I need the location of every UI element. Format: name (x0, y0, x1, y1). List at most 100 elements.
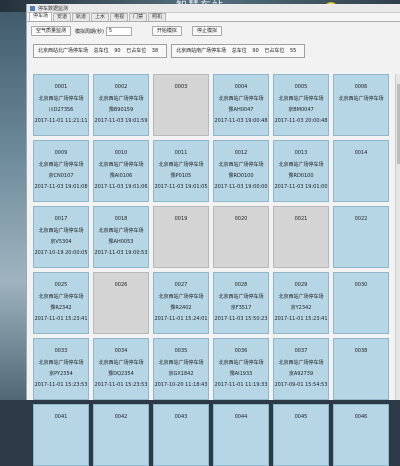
parking-spot-card[interactable]: 0010 北京西站广场停车场 豫AI0106 2017-11-03 19:01:06 (93, 140, 149, 202)
parking-spot-card[interactable]: 0018 北京西站广场停车场 豫AH0053 2017-11-03 19:00:53 (93, 206, 149, 268)
parking-spot-card[interactable]: 0041 (33, 404, 89, 466)
spot-time: 2017-10-19 20:00:05 (34, 250, 88, 256)
tab-access[interactable]: 门禁 (129, 13, 148, 21)
spot-plate: 京GX1842 (168, 371, 194, 377)
spot-time: 2017-11-01 15:24:01 (154, 316, 208, 322)
parking-spot-card[interactable]: 0028 北京西站广场停车场 京F3517 2017-11-03 15:50:23 (213, 272, 269, 334)
parking-spot-card[interactable]: 0011 北京西站广场停车场 豫P0105 2017-11-03 19:01:05 (153, 140, 209, 202)
spot-lot-name: 北京西站广场停车场 (278, 360, 324, 366)
tab-bar: 停车场 安道 轨道 上水 电视 门禁 照机 (27, 12, 400, 22)
tab-parking[interactable]: 停车场 (29, 12, 53, 21)
spot-plate: 京PY2354 (49, 371, 73, 377)
spot-lot-name: 北京西站广场停车场 (278, 162, 324, 168)
spot-plate: 川D27356 (48, 107, 74, 113)
spot-plate: 豫AI1933 (229, 371, 253, 377)
spot-number: 0041 (54, 414, 68, 420)
spot-plate: 豫RD0100 (288, 173, 314, 179)
parking-spot-card[interactable]: 0030 (333, 272, 389, 334)
spot-lot-name: 北京西站广场停车场 (278, 96, 324, 102)
spot-number: 0019 (174, 216, 188, 222)
air-quality-button[interactable]: 空气质量监测 (31, 26, 72, 36)
parking-spot-card[interactable]: 0027 北京西站广场停车场 豫R2402 2017-11-01 15:24:01 (153, 272, 209, 334)
spot-number: 0004 (234, 84, 248, 90)
spot-plate: 豫R2342 (50, 305, 72, 311)
spot-time: 2017-11-01 15:23:41 (34, 316, 88, 322)
spot-number: 0029 (294, 282, 308, 288)
spot-number: 0006 (354, 84, 368, 90)
stop-simulation-button[interactable]: 停止模拟 (191, 26, 222, 36)
spot-number: 0011 (174, 150, 188, 156)
spot-number: 0018 (114, 216, 128, 222)
parking-spot-card[interactable]: 0026 (93, 272, 149, 334)
spot-number: 0033 (54, 348, 68, 354)
parking-spot-card[interactable]: 0034 北京西站广场停车场 豫DQ2354 2017-11-01 15:23:53 (93, 338, 149, 400)
parking-spot-card[interactable]: 0037 北京西站广场停车场 京A92739 2017-09-01 15:54:53 (273, 338, 329, 400)
parking-spot-card[interactable]: 0019 (153, 206, 209, 268)
parking-spot-card[interactable]: 0014 (333, 140, 389, 202)
tab-security[interactable]: 安道 (53, 13, 72, 21)
spot-lot-name: 北京西站广场停车场 (38, 294, 84, 300)
parking-spot-card[interactable]: 0009 北京西站广场停车场 京CN0107 2017-11-03 19:01:08 (33, 140, 89, 202)
spot-time: 2017-11-03 19:01:06 (94, 184, 148, 190)
interval-input[interactable]: 5 (105, 26, 132, 36)
tab-tv[interactable]: 电视 (110, 13, 129, 21)
parking-spot-card[interactable]: 0043 (153, 404, 209, 466)
parking-spot-card[interactable]: 0035 北京西站广场停车场 京GX1842 2017-10-20 11:18:43 (153, 338, 209, 400)
parking-spot-card[interactable]: 0017 北京西站广场停车场 京V5304 2017-10-19 20:00:05 (33, 206, 89, 268)
parking-spot-card[interactable]: 0005 北京西站广场停车场 京BM0047 2017-11-03 20:00:48 (273, 74, 329, 136)
simulation-controls: 空气质量监测 模拟周期(秒) 5 开始模拟 停止模拟 (31, 26, 222, 36)
spot-number: 0010 (114, 150, 128, 156)
start-simulation-button[interactable]: 开始模拟 (151, 26, 182, 36)
parking-spot-card[interactable]: 0021 (273, 206, 329, 268)
parking-spot-card[interactable]: 0038 (333, 338, 389, 400)
spot-time: 2017-11-03 19:01:00 (274, 184, 328, 190)
spot-time: 2017-11-03 19:00:48 (214, 118, 268, 124)
lot-summary-total: 90 (114, 48, 121, 54)
spot-number: 0036 (234, 348, 248, 354)
tab-rail[interactable]: 轨道 (72, 13, 91, 21)
spot-time: 2017-11-01 15:23:41 (274, 316, 328, 322)
spot-time: 2017-11-03 20:00:48 (274, 118, 328, 124)
lot-summary-name: 北京西站南广场停车场 (176, 48, 227, 54)
spot-number: 0014 (354, 150, 368, 156)
parking-spot-card[interactable]: 0044 (213, 404, 269, 466)
parking-spot-card[interactable]: 0004 北京西站广场停车场 豫AH0047 2017-11-03 19:00:48 (213, 74, 269, 136)
parking-spot-card[interactable]: 0036 北京西站广场停车场 豫AI1933 2017-11-01 11:19:33 (213, 338, 269, 400)
spot-number: 0035 (174, 348, 188, 354)
parking-monitor-window: 停车数据监测 停车场 安道 轨道 上水 电视 门禁 照机 空气质量监测 模拟周期… (26, 4, 400, 466)
spot-lot-name: 北京西站广场停车场 (158, 162, 204, 168)
spot-plate: 豫RD0100 (228, 173, 254, 179)
vertical-scrollbar[interactable] (395, 74, 400, 400)
tab-water[interactable]: 上水 (91, 13, 110, 21)
parking-spot-card[interactable]: 0042 (93, 404, 149, 466)
parking-spot-card[interactable]: 0020 (213, 206, 269, 268)
parking-spot-card[interactable]: 0002 北京西站广场停车场 豫B90159 2017-11-03 19:01:59 (93, 74, 149, 136)
parking-spot-card[interactable]: 0012 北京西站广场停车场 豫RD0100 2017-11-03 19:00:00 (213, 140, 269, 202)
parking-spot-card[interactable]: 0022 (333, 206, 389, 268)
parking-spot-card[interactable]: 0001 北京西站广场停车场 川D27356 2017-11-01 11:21:11 (33, 74, 89, 136)
spot-number: 0021 (294, 216, 308, 222)
spot-number: 0003 (174, 84, 188, 90)
lot-summary-used: 55 (289, 48, 297, 54)
parking-spot-card[interactable]: 0006 北京西站广场停车场 (333, 74, 389, 136)
spot-lot-name: 北京西站广场停车场 (38, 96, 84, 102)
parking-spot-card[interactable]: 0045 (273, 404, 329, 466)
spot-lot-name: 北京西站广场停车场 (278, 294, 324, 300)
parking-spot-card[interactable]: 0046 (333, 404, 389, 466)
spot-number: 0037 (294, 348, 308, 354)
parking-spot-card[interactable]: 0029 北京西站广场停车场 京Y2342 2017-11-01 15:23:41 (273, 272, 329, 334)
spot-number: 0009 (54, 150, 68, 156)
parking-spot-card[interactable]: 0033 北京西站广场停车场 京PY2354 2017-11-01 15:23:53 (33, 338, 89, 400)
spot-number: 0013 (294, 150, 308, 156)
spot-number: 0002 (114, 84, 128, 90)
spot-plate: 豫AH0053 (108, 239, 134, 245)
spot-lot-name: 北京西站广场停车场 (158, 360, 204, 366)
parking-spot-card[interactable]: 0013 北京西站广场停车场 豫RD0100 2017-11-03 19:01:00 (273, 140, 329, 202)
spot-number: 0042 (114, 414, 128, 420)
spot-lot-name: 北京西站广场停车场 (218, 96, 264, 102)
parking-spot-card[interactable]: 0025 北京西站广场停车场 豫R2342 2017-11-01 15:23:41 (33, 272, 89, 334)
parking-spot-card[interactable]: 0003 (153, 74, 209, 136)
spot-lot-name: 北京西站广场停车场 (338, 96, 384, 102)
spot-number: 0043 (174, 414, 188, 420)
tab-camera[interactable]: 照机 (148, 13, 167, 21)
